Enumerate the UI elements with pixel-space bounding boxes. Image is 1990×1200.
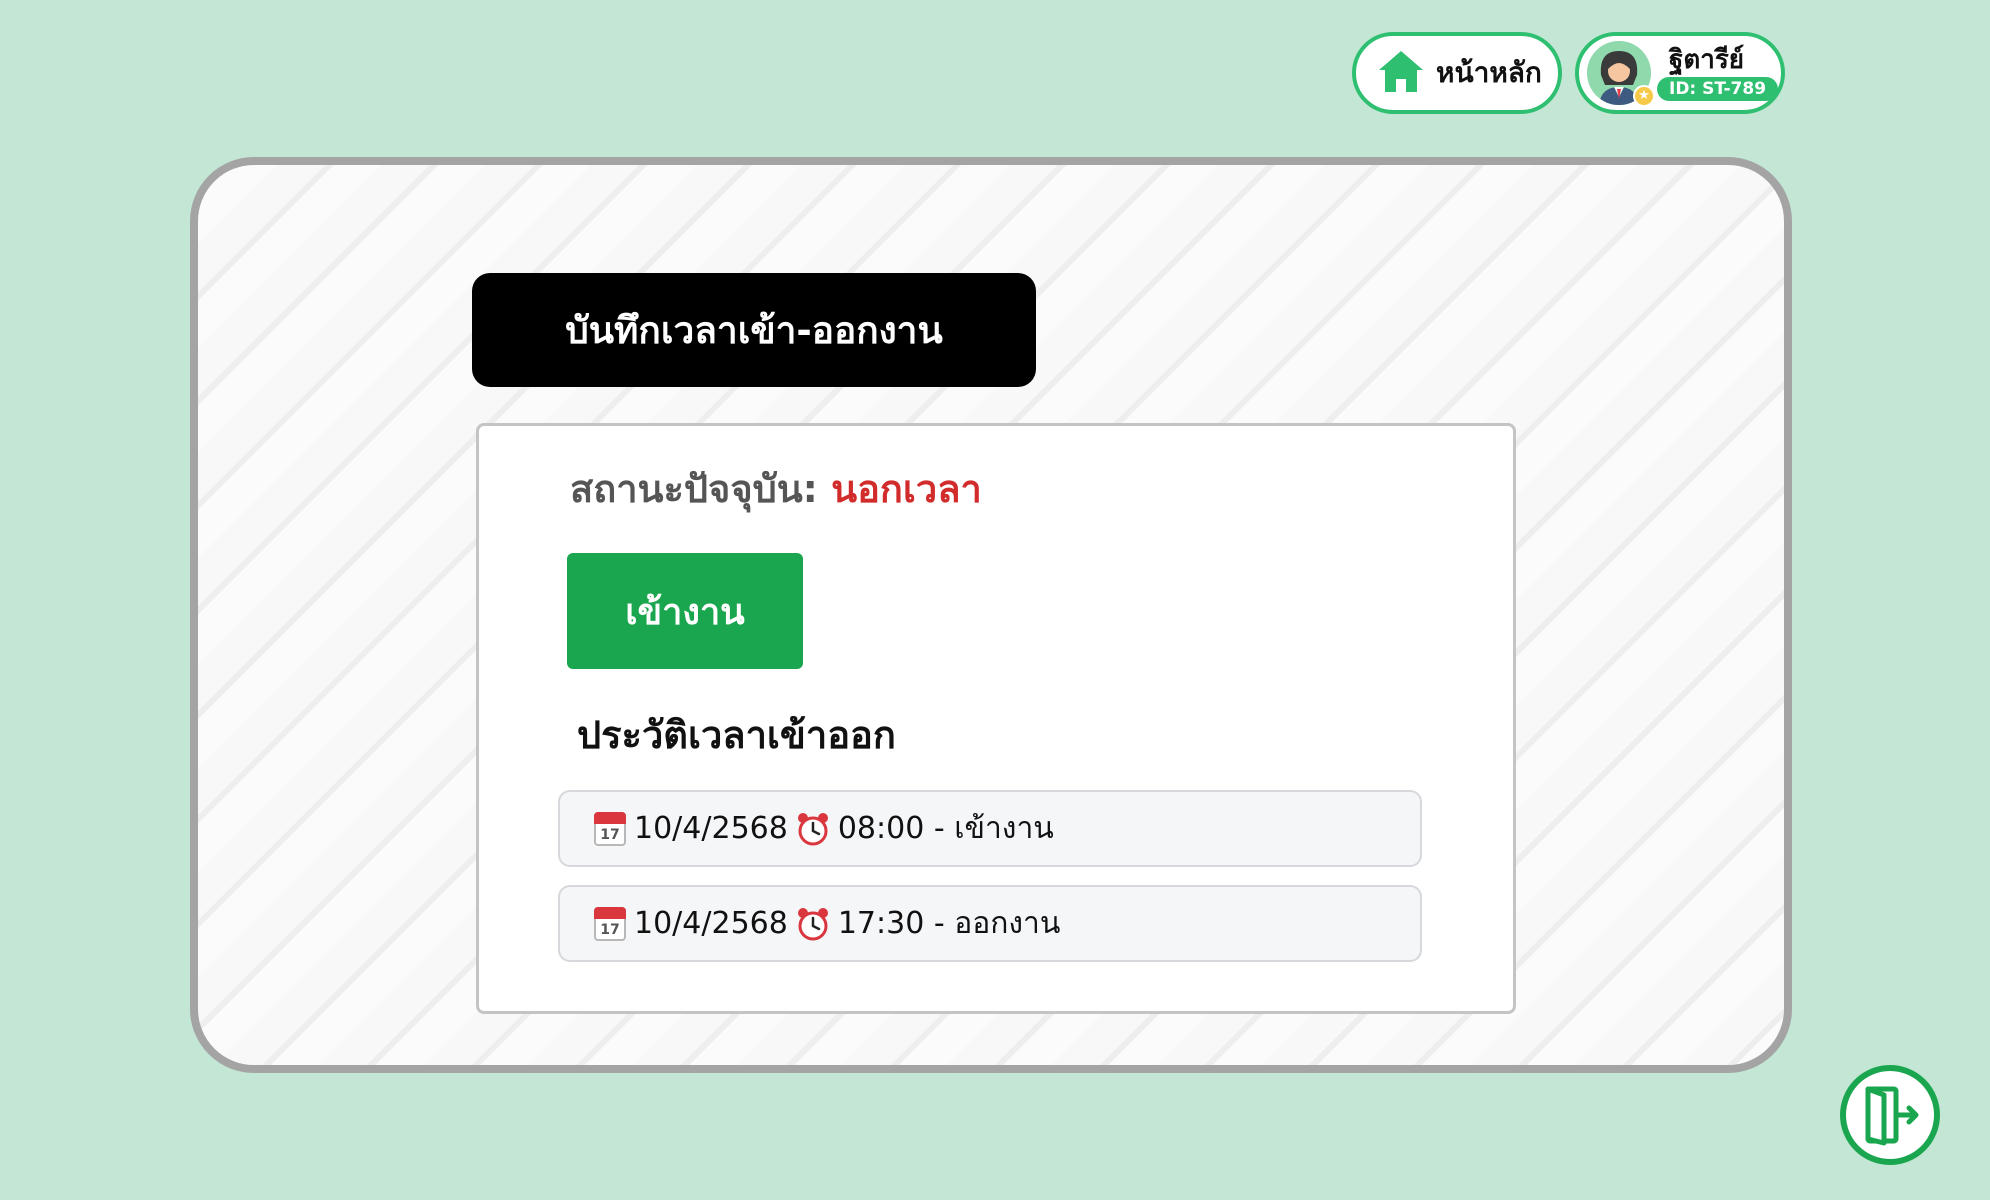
alarm-clock-icon (797, 812, 828, 845)
status-label: สถานะปัจจุบัน: (570, 467, 818, 511)
history-row: 17 10/4/2568 17:30 - ออกงาน (558, 885, 1422, 962)
history-title: ประวัติเวลาเข้าออก (577, 713, 896, 757)
history-date: 10/4/2568 (634, 906, 788, 941)
status-value: นอกเวลา (831, 467, 982, 511)
alarm-clock-icon (797, 907, 828, 940)
history-separator: - (924, 906, 955, 941)
history-action: ออกงาน (954, 906, 1061, 941)
home-label: หน้าหลัก (1436, 56, 1542, 89)
avatar: ★ (1587, 41, 1655, 107)
logout-button[interactable] (1840, 1065, 1940, 1165)
user-profile-button[interactable]: ★ ฐิตารีย์ ID: ST-789 (1575, 32, 1785, 114)
history-time: 17:30 (837, 906, 925, 941)
home-button[interactable]: หน้าหลัก (1352, 32, 1562, 114)
star-badge-icon: ★ (1633, 85, 1655, 107)
history-row: 17 10/4/2568 08:00 - เข้างาน (558, 790, 1422, 867)
history-time: 08:00 (837, 811, 925, 846)
history-separator: - (924, 811, 955, 846)
user-name: ฐิตารีย์ (1669, 45, 1745, 75)
calendar-icon: 17 (594, 906, 626, 941)
user-id-badge: ID: ST-789 (1657, 77, 1779, 101)
current-status: สถานะปัจจุบัน: นอกเวลา (570, 458, 982, 519)
check-in-button[interactable]: เข้างาน (567, 553, 803, 669)
history-action: เข้างาน (954, 811, 1054, 846)
calendar-icon: 17 (594, 811, 626, 846)
logout-door-icon (1865, 1086, 1919, 1146)
home-icon (1376, 48, 1426, 98)
page-title: บันทึกเวลาเข้า-ออกงาน (472, 273, 1036, 387)
history-date: 10/4/2568 (634, 811, 788, 846)
